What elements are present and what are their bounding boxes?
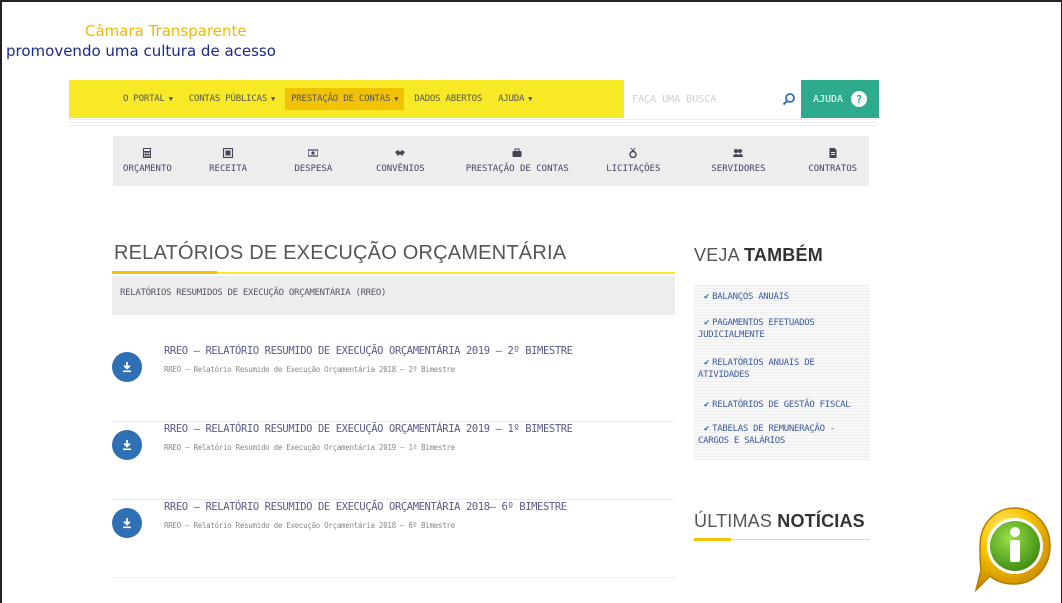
search-box [624, 80, 801, 118]
news-prefix: ÚLTIMAS [694, 511, 773, 531]
category-tabs: ORÇAMENTO RECEITA DESPESA CONVÊNIOS PRESTAÇÃ… [113, 136, 869, 186]
nav-item-label: AJUDA [498, 94, 525, 104]
brand-title: Câmara Transparente [85, 22, 247, 40]
nav-divider [69, 118, 877, 126]
document-subtitle: RREO – Relatório Resumido de Execução Or… [164, 521, 455, 530]
check-icon: ✔ [704, 318, 710, 328]
document-title-link[interactable]: RREO – RELATÓRIO RESUMIDO DE EXECUÇÃO OR… [164, 345, 573, 357]
caret-down-icon: ▼ [528, 95, 533, 103]
tab-servidores[interactable]: SERVIDORES [680, 136, 796, 186]
download-button[interactable] [112, 430, 142, 460]
see-also-link[interactable]: ✔ RELATÓRIOS ANUAIS DE ATIVIDADES [694, 357, 870, 381]
section-header: RELATÓRIOS RESUMIDOS DE EXECUÇÃO ORÇAMEN… [112, 276, 675, 315]
nav-item-1[interactable]: CONTAS PÚBLICAS ▼ [183, 88, 281, 110]
help-button[interactable]: AJUDA ? [801, 80, 879, 118]
nav-item-label: DADOS ABERTOS [414, 94, 483, 104]
download-icon [123, 362, 131, 373]
see-also-link[interactable]: ✔ PAGAMENTOS EFETUADOS JUDICIALMENTE [694, 317, 870, 341]
check-icon: ✔ [704, 400, 710, 410]
access-info-icon[interactable] [970, 506, 1052, 592]
caret-down-icon: ▼ [168, 95, 173, 103]
tab-licita-es[interactable]: LICITAÇÕES [586, 136, 680, 186]
tab-label: SERVIDORES [711, 164, 766, 174]
caret-down-icon: ▼ [394, 95, 399, 103]
page-title: RELATÓRIOS DE EXECUÇÃO ORÇAMENTÁRIA [114, 242, 567, 264]
nav-item-2[interactable]: PRESTAÇÃO DE CONTAS ▼ [285, 88, 405, 110]
download-button[interactable] [112, 352, 142, 382]
tab-despesa[interactable]: DESPESA [274, 136, 352, 186]
briefcase-icon [512, 148, 522, 157]
see-also-link-text: ATIVIDADES [698, 370, 750, 380]
handshake-icon [395, 150, 406, 156]
question-icon: ? [851, 91, 868, 107]
calculator-icon [143, 148, 152, 158]
see-also-link-text: RELATÓRIOS ANUAIS DE [712, 358, 815, 368]
check-icon: ✔ [704, 358, 710, 368]
tab-contratos[interactable]: CONTRATOS [796, 136, 869, 186]
document-icon [829, 148, 837, 158]
receipt-icon [223, 148, 234, 158]
document-title-link[interactable]: RREO – RELATÓRIO RESUMIDO DE EXECUÇÃO OR… [164, 501, 567, 513]
search-input[interactable] [632, 91, 772, 107]
search-icon[interactable] [782, 92, 796, 106]
document-subtitle: RREO – Relatório Resumido de Execução Or… [164, 365, 455, 374]
tab-conv-nios[interactable]: CONVÊNIOS [352, 136, 448, 186]
download-icon [123, 440, 131, 451]
check-icon: ✔ [704, 292, 710, 302]
document-item: RREO – RELATÓRIO RESUMIDO DE EXECUÇÃO OR… [112, 345, 675, 422]
see-also-box: ✔ BALANÇOS ANUAIS ✔ PAGAMENTOS EFETUADOS JUD… [694, 284, 870, 460]
see-also-link-text: TABELAS DE REMUNERAÇÃO - [712, 424, 835, 434]
news-underline [694, 538, 870, 541]
nav-item-label: O PORTAL [123, 94, 165, 104]
tab-label: LICITAÇÕES [606, 164, 661, 174]
tab-label: DESPESA [294, 164, 333, 174]
title-underline [112, 271, 675, 274]
tab-label: ORÇAMENTO [123, 164, 172, 174]
brand-subtitle: promovendo uma cultura de acesso [6, 42, 276, 60]
news-bold: NOTÍCIAS [777, 511, 865, 531]
check-icon: ✔ [704, 424, 710, 434]
nav-item-0[interactable]: O PORTAL ▼ [117, 88, 179, 110]
tab-label: PRESTAÇÃO DE CONTAS [465, 164, 569, 174]
nav-item-label: PRESTAÇÃO DE CONTAS [291, 94, 391, 104]
see-also-prefix: VEJA [694, 245, 739, 265]
item-divider [112, 421, 675, 422]
nav-menu: O PORTAL ▼ CONTAS PÚBLICAS ▼ PRESTAÇÃO DE CO… [117, 80, 542, 118]
help-button-label: AJUDA [812, 93, 844, 105]
download-icon [123, 518, 131, 529]
document-subtitle: RREO – Relatório Resumido de Execução Or… [164, 443, 455, 452]
nav-item-3[interactable]: DADOS ABERTOS [408, 88, 488, 110]
see-also-link-text: RELATÓRIOS DE GESTÃO FISCAL [712, 400, 851, 410]
item-divider [112, 499, 675, 500]
see-also-link[interactable]: ✔ TABELAS DE REMUNERAÇÃO - CARGOS E SALÁRI… [694, 423, 870, 447]
users-icon [733, 149, 744, 157]
money-icon [308, 149, 319, 157]
see-also-link-text: JUDICIALMENTE [698, 330, 765, 340]
tab-receita[interactable]: RECEITA [182, 136, 274, 186]
medal-icon [629, 148, 637, 158]
tab-label: RECEITA [209, 164, 248, 174]
download-button[interactable] [112, 508, 142, 538]
tab-or-amento[interactable]: ORÇAMENTO [113, 136, 182, 186]
document-item: RREO – RELATÓRIO RESUMIDO DE EXECUÇÃO OR… [112, 423, 675, 500]
see-also-link[interactable]: ✔ RELATÓRIOS DE GESTÃO FISCAL [694, 399, 870, 411]
document-title-link[interactable]: RREO – RELATÓRIO RESUMIDO DE EXECUÇÃO OR… [164, 423, 573, 435]
nav-item-label: CONTAS PÚBLICAS [188, 94, 268, 104]
see-also-bold: TAMBÉM [744, 245, 823, 265]
nav-item-4[interactable]: AJUDA ▼ [492, 88, 538, 110]
see-also-link[interactable]: ✔ BALANÇOS ANUAIS [694, 291, 870, 303]
see-also-title: VEJA TAMBÉM [694, 245, 823, 266]
see-also-link-text: CARGOS E SALÁRIOS [698, 436, 786, 446]
document-item: RREO – RELATÓRIO RESUMIDO DE EXECUÇÃO OR… [112, 501, 675, 578]
caret-down-icon: ▼ [271, 95, 276, 103]
see-also-link-text: PAGAMENTOS EFETUADOS [712, 318, 815, 328]
top-navbar: O PORTAL ▼ CONTAS PÚBLICAS ▼ PRESTAÇÃO DE CO… [69, 80, 879, 118]
tab-presta-o-de-contas[interactable]: PRESTAÇÃO DE CONTAS [448, 136, 586, 186]
see-also-link-text: BALANÇOS ANUAIS [712, 292, 789, 302]
item-divider [112, 577, 675, 578]
news-title: ÚLTIMAS NOTÍCIAS [694, 511, 865, 532]
tab-label: CONTRATOS [808, 164, 858, 174]
tab-label: CONVÊNIOS [375, 164, 425, 174]
